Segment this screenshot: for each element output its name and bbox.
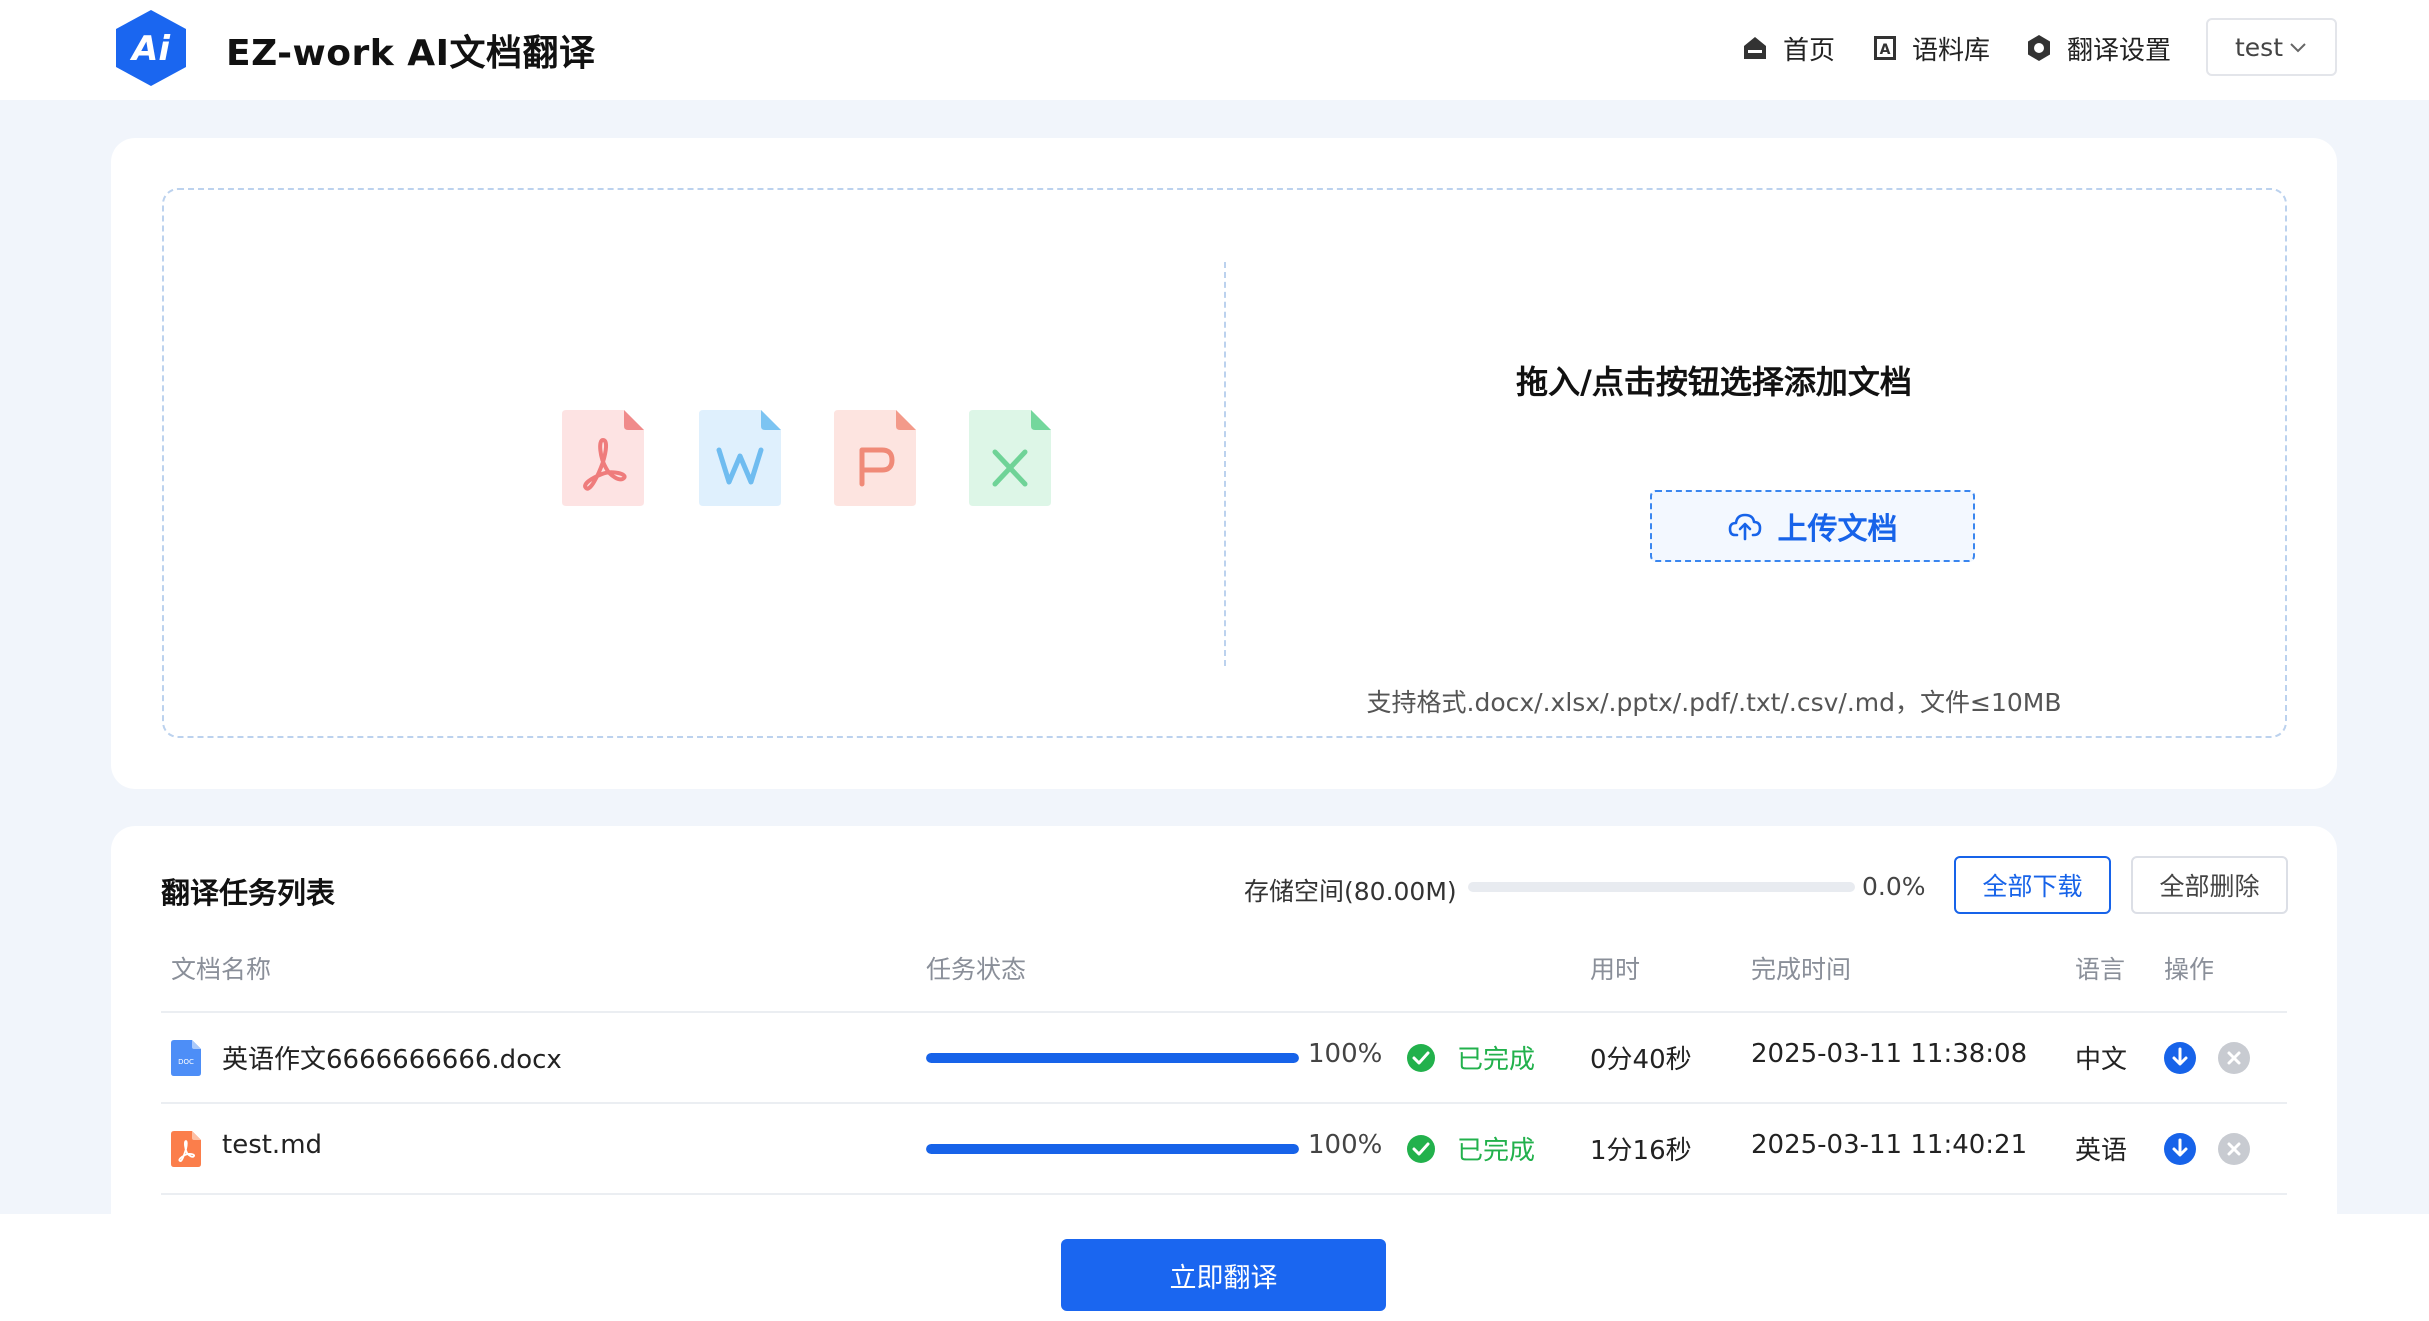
file-name: test.md bbox=[222, 1130, 323, 1160]
check-circle-icon bbox=[1407, 1135, 1435, 1163]
progress-percent: 100% bbox=[1308, 1130, 1383, 1160]
download-icon[interactable] bbox=[2163, 1132, 2197, 1166]
delete-icon[interactable] bbox=[2217, 1041, 2251, 1075]
home-icon bbox=[1744, 37, 1766, 59]
nav-home-label: 首页 bbox=[1783, 35, 1836, 66]
storage-label: 存储空间(80.00M) bbox=[1244, 877, 1457, 906]
file-name: 英语作文6666666666.docx bbox=[222, 1045, 562, 1075]
cloud-upload-icon bbox=[1728, 513, 1761, 541]
table-row: test.md 100% 已完成 1分16秒 2025-03-11 11:40:… bbox=[111, 1104, 2337, 1194]
status-text: 已完成 bbox=[1457, 1045, 1536, 1075]
column-header-status: 任务状态 bbox=[926, 955, 1027, 984]
word-file-icon bbox=[699, 410, 781, 506]
nav-translate-settings[interactable]: 翻译设置 bbox=[2025, 26, 2171, 70]
app-logo[interactable]: Ai bbox=[112, 8, 190, 88]
nav-corpus[interactable]: A 语料库 bbox=[1872, 26, 1990, 70]
upload-button-label: 上传文档 bbox=[1777, 512, 1898, 547]
task-progress-fill bbox=[926, 1053, 1299, 1063]
excel-file-icon bbox=[969, 410, 1051, 506]
storage-percent: 0.0% bbox=[1862, 872, 1926, 901]
column-header-language: 语言 bbox=[2075, 955, 2126, 984]
nav-home[interactable]: 首页 bbox=[1741, 26, 1835, 70]
user-dropdown[interactable]: test bbox=[2206, 18, 2337, 76]
translate-now-button[interactable]: 立即翻译 bbox=[1061, 1239, 1386, 1311]
corpus-icon: A bbox=[1874, 36, 1896, 60]
task-progress-bar bbox=[926, 1053, 1299, 1063]
task-progress-fill bbox=[926, 1144, 1299, 1154]
column-header-name: 文档名称 bbox=[171, 955, 272, 984]
svg-text:Ai: Ai bbox=[129, 29, 171, 69]
doc-file-icon: DOC bbox=[171, 1040, 201, 1076]
download-icon[interactable] bbox=[2163, 1041, 2197, 1075]
finished-at: 2025-03-11 11:38:08 bbox=[1751, 1039, 2028, 1069]
drop-zone-divider bbox=[1224, 262, 1226, 666]
pdf-file-icon bbox=[562, 410, 644, 506]
upload-card: 拖入/点击按钮选择添加文档 上传文档 支持格式.docx/.xlsx/.pptx… bbox=[111, 138, 2337, 789]
app-title: EZ-work AI文档翻译 bbox=[226, 33, 596, 74]
finished-at: 2025-03-11 11:40:21 bbox=[1751, 1130, 2028, 1160]
storage-progress-bar bbox=[1468, 882, 1855, 892]
drop-zone-title: 拖入/点击按钮选择添加文档 bbox=[1516, 363, 1912, 401]
format-hint: 支持格式.docx/.xlsx/.pptx/.pdf/.txt/.csv/.md… bbox=[1366, 688, 2062, 717]
svg-text:DOC: DOC bbox=[178, 1058, 194, 1066]
upload-document-button[interactable]: 上传文档 bbox=[1650, 490, 1975, 562]
nav-translate-settings-label: 翻译设置 bbox=[2067, 35, 2172, 66]
progress-percent: 100% bbox=[1308, 1039, 1383, 1069]
delete-all-button[interactable]: 全部删除 bbox=[2131, 856, 2288, 914]
delete-icon[interactable] bbox=[2217, 1132, 2251, 1166]
pdf-file-icon bbox=[171, 1131, 201, 1167]
task-progress-bar bbox=[926, 1144, 1299, 1154]
column-header-finished-at: 完成时间 bbox=[1751, 955, 1852, 984]
bottom-action-bar: 立即翻译 bbox=[0, 1214, 2429, 1321]
powerpoint-file-icon bbox=[834, 410, 916, 506]
download-all-button[interactable]: 全部下载 bbox=[1954, 856, 2111, 914]
language: 英语 bbox=[2075, 1136, 2128, 1166]
check-circle-icon bbox=[1407, 1044, 1435, 1072]
table-row: DOC 英语作文6666666666.docx 100% 已完成 0分40秒 2… bbox=[111, 1013, 2337, 1103]
task-list-title: 翻译任务列表 bbox=[161, 876, 336, 910]
file-drop-zone[interactable]: 拖入/点击按钮选择添加文档 上传文档 支持格式.docx/.xlsx/.pptx… bbox=[162, 188, 2287, 738]
user-name: test bbox=[2235, 32, 2284, 62]
column-header-actions: 操作 bbox=[2164, 955, 2215, 984]
top-header: Ai EZ-work AI文档翻译 首页 A 语料库 翻译设置 test bbox=[0, 0, 2429, 100]
column-header-duration: 用时 bbox=[1590, 955, 1641, 984]
language: 中文 bbox=[2075, 1045, 2128, 1075]
chevron-down-icon bbox=[2290, 43, 2306, 53]
duration: 0分40秒 bbox=[1590, 1045, 1692, 1075]
nav-corpus-label: 语料库 bbox=[1912, 35, 1991, 66]
duration: 1分16秒 bbox=[1590, 1136, 1692, 1166]
status-text: 已完成 bbox=[1457, 1136, 1536, 1166]
row-divider bbox=[161, 1193, 2287, 1195]
settings-icon bbox=[2028, 35, 2050, 61]
svg-text:A: A bbox=[1880, 42, 1891, 58]
